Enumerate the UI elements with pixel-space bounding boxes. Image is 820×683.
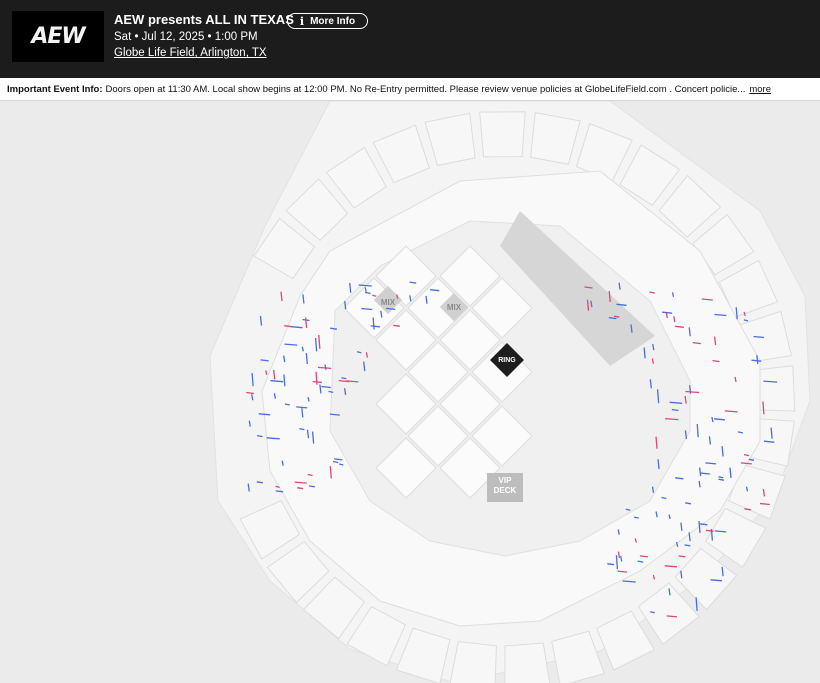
info-icon: i bbox=[299, 14, 305, 28]
vip-label-2: DECK bbox=[493, 486, 517, 495]
logo-text: AEW bbox=[31, 24, 85, 49]
event-header: AEW AEW presents ALL IN TEXAS i More Inf… bbox=[0, 0, 820, 78]
info-label: Important Event Info: bbox=[7, 83, 103, 95]
upper-deck-section[interactable] bbox=[479, 111, 526, 158]
more-info-label: More Info bbox=[310, 15, 356, 27]
upper-deck-section[interactable] bbox=[504, 642, 551, 683]
upper-deck-section[interactable] bbox=[449, 640, 497, 683]
venue-link[interactable]: Globe Life Field, Arlington, TX bbox=[114, 47, 267, 59]
event-logo: AEW bbox=[12, 11, 104, 62]
seat-map[interactable]: MIX MIX RING VIP DECK bbox=[0, 101, 820, 683]
ring-label: RING bbox=[498, 357, 516, 364]
mix-label-2: MIX bbox=[446, 303, 462, 312]
info-more-link[interactable]: more bbox=[749, 84, 771, 95]
mix-label-1: MIX bbox=[380, 298, 396, 307]
event-date-time: Sat • Jul 12, 2025 • 1:00 PM bbox=[114, 31, 258, 43]
important-event-info-bar: Important Event Info: Doors open at 11:3… bbox=[0, 78, 820, 101]
info-text: Doors open at 11:30 AM. Local show begin… bbox=[105, 83, 746, 95]
seat-map-canvas[interactable] bbox=[0, 101, 820, 683]
event-title: AEW presents ALL IN TEXAS bbox=[114, 12, 294, 27]
vip-label-1: VIP bbox=[498, 476, 512, 485]
more-info-button[interactable]: i More Info bbox=[287, 13, 368, 29]
